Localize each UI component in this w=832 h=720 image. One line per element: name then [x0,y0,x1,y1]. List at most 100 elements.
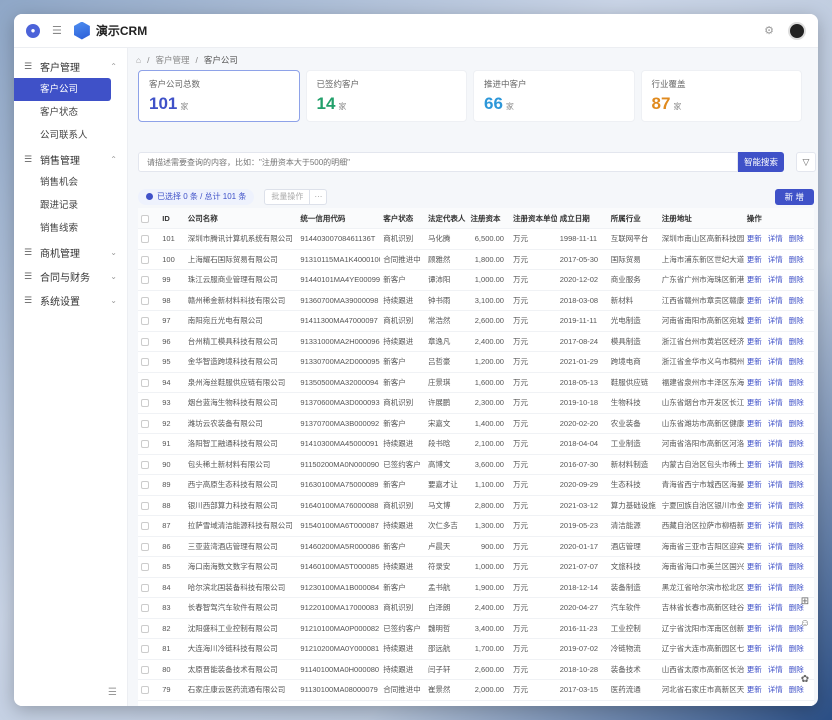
table-row[interactable]: 88 银川西部算力科技有限公司 91640100MA76000088 商机识别 马文博 2… [138,495,814,516]
column-header[interactable]: ID [159,208,185,229]
delete-link[interactable]: 删除 [789,419,804,428]
column-header[interactable]: 注册资本单位 [509,208,557,229]
sidebar-item-leads[interactable]: 销售线索 [14,217,127,240]
delete-link[interactable]: 删除 [789,521,804,530]
row-checkbox[interactable] [138,577,160,598]
batch-action-button[interactable]: 批量操作 [264,189,311,205]
detail-link[interactable]: 详情 [768,460,783,469]
table-row[interactable]: 84 哈尔滨北国装备科技有限公司 91230100MA1B000084 新客户 孟书航 1… [138,577,814,598]
update-link[interactable]: 更新 [747,562,762,571]
table-row[interactable]: 87 拉萨雪域清洁能源科技有限公司 91540100MA6T000087 持续跟进 次仁… [138,515,814,537]
stat-card-signed[interactable]: 已签约客户 14 家 [305,70,467,122]
update-link[interactable]: 更新 [747,255,762,264]
sidebar-item-contacts[interactable]: 公司联系人 [14,124,127,147]
table-row[interactable]: 78呼和浩特北疆农牧科技有限公司91150100MA13000078新客户巴图1… [138,700,814,706]
delete-link[interactable]: 删除 [789,316,804,325]
delete-link[interactable]: 删除 [789,234,804,243]
delete-link[interactable]: 删除 [789,398,804,407]
add-button[interactable]: 新 增 [774,189,814,205]
detail-link[interactable]: 详情 [768,357,783,366]
row-checkbox[interactable] [138,433,160,455]
smart-search-input[interactable] [138,152,738,172]
chat-bot-icon[interactable]: ☺ [798,618,812,632]
delete-link[interactable]: 删除 [789,583,804,592]
detail-link[interactable]: 详情 [768,439,783,448]
palette-icon[interactable]: ✿ [798,674,812,688]
detail-link[interactable]: 详情 [768,398,783,407]
table-row[interactable]: 93 烟台蓝海生物科技有限公司 91370600MA3D000093 商机识别 许展鹏 2… [138,392,814,414]
update-link[interactable]: 更新 [747,542,762,551]
table-row[interactable]: 97 南阳宛丘光电有限公司 91411300MA47000097 商机识别 常浩然 2,6… [138,310,814,332]
column-header[interactable]: 统一信用代码 [297,208,381,229]
table-row[interactable]: 86 三亚蓝湾酒店管理有限公司 91460200MA5R000086 新客户 卢晨天 90… [138,536,814,557]
table-row[interactable]: 85 海口南海数文数字有限公司 91460100MA5T000085 持续跟进 符录安 1… [138,556,814,578]
grid-icon[interactable]: ⊞ [798,596,812,610]
delete-link[interactable]: 删除 [789,644,804,653]
row-checkbox[interactable] [138,392,160,414]
sidebar-group-business[interactable]: ☰ 商机管理 ⌄ [14,240,127,264]
stat-card-in-progress[interactable]: 推进中客户 66 家 [473,70,635,122]
row-checkbox[interactable] [138,228,160,250]
update-link[interactable]: 更新 [747,439,762,448]
row-checkbox[interactable] [138,536,160,557]
update-link[interactable]: 更新 [747,419,762,428]
update-link[interactable]: 更新 [747,521,762,530]
breadcrumb-item[interactable]: 客户管理 [156,54,190,66]
update-link[interactable]: 更新 [747,460,762,469]
table-row[interactable]: 80 太原晋能装备技术有限公司 91140100MA0H000080 持续跟进 闫子轩 2… [138,659,814,680]
row-checkbox[interactable] [138,679,160,701]
update-link[interactable]: 更新 [747,316,762,325]
menu-toggle-icon[interactable]: ☰ [52,24,62,37]
row-checkbox[interactable] [138,495,160,516]
detail-link[interactable]: 详情 [768,583,783,592]
sidebar-item-customer-status[interactable]: 客户状态 [14,101,127,124]
detail-link[interactable]: 详情 [768,296,783,305]
batch-dropdown-icon[interactable]: ⋯ [310,189,328,205]
select-all-checkbox[interactable] [138,208,160,229]
sidebar-group-settings[interactable]: ☰ 系统设置 ⌄ [14,288,127,312]
column-header[interactable]: 客户状态 [380,208,425,229]
delete-link[interactable]: 删除 [789,460,804,469]
detail-link[interactable]: 详情 [768,337,783,346]
column-header[interactable]: 法定代表人 [424,208,468,229]
column-header[interactable]: 公司名称 [184,208,298,229]
row-checkbox[interactable] [138,269,160,291]
sidebar-item-followup[interactable]: 跟进记录 [14,194,127,217]
detail-link[interactable]: 详情 [768,562,783,571]
table-row[interactable]: 92 潍坊云农装备有限公司 91370700MA3B000092 新客户 宋嘉文 1,40… [138,413,814,434]
row-checkbox[interactable] [138,290,160,311]
column-header[interactable]: 成立日期 [556,208,608,229]
detail-link[interactable]: 详情 [768,665,783,674]
column-header[interactable]: 注册地址 [658,208,744,229]
detail-link[interactable]: 详情 [768,480,783,489]
update-link[interactable]: 更新 [747,644,762,653]
detail-link[interactable]: 详情 [768,255,783,264]
detail-link[interactable]: 详情 [768,316,783,325]
assistant-icon[interactable]: ● [26,23,40,38]
delete-link[interactable]: 删除 [789,665,804,674]
row-checkbox[interactable] [138,310,160,332]
table-row[interactable]: 82 沈阳盛科工业控制有限公司 91210100MA0P000082 已签约客户 魏明哲… [138,618,814,639]
delete-link[interactable]: 删除 [789,255,804,264]
update-link[interactable]: 更新 [747,234,762,243]
column-header[interactable]: 注册资本 [467,208,510,229]
table-row[interactable]: 81 大连海川冷链科技有限公司 91210200MA0Y000081 持续跟进 邵远航 1… [138,638,814,660]
table-row[interactable]: 100 上海耀石国际贸易有限公司 91310115MA1K4000100 合同推进中顾… [138,249,814,270]
detail-link[interactable]: 详情 [768,603,783,612]
delete-link[interactable]: 删除 [789,275,804,284]
row-checkbox[interactable] [138,331,160,352]
column-header[interactable]: 操作 [743,208,814,229]
filter-icon[interactable]: ▽ [796,152,816,172]
update-link[interactable]: 更新 [747,501,762,510]
detail-link[interactable]: 详情 [768,419,783,428]
detail-link[interactable]: 详情 [768,685,783,694]
update-link[interactable]: 更新 [747,357,762,366]
table-row[interactable]: 83 长春智驾汽车软件有限公司 91220100MA17000083 商机识别 白泽朗 2… [138,597,814,619]
detail-link[interactable]: 详情 [768,275,783,284]
table-row[interactable]: 96 台州精工模具科技有限公司 91331000MA2H000096 持续跟进 章逸凡 2… [138,331,814,352]
row-checkbox[interactable] [138,474,160,496]
row-checkbox[interactable] [138,372,160,393]
detail-link[interactable]: 详情 [768,542,783,551]
row-checkbox[interactable] [138,454,160,475]
update-link[interactable]: 更新 [747,603,762,612]
